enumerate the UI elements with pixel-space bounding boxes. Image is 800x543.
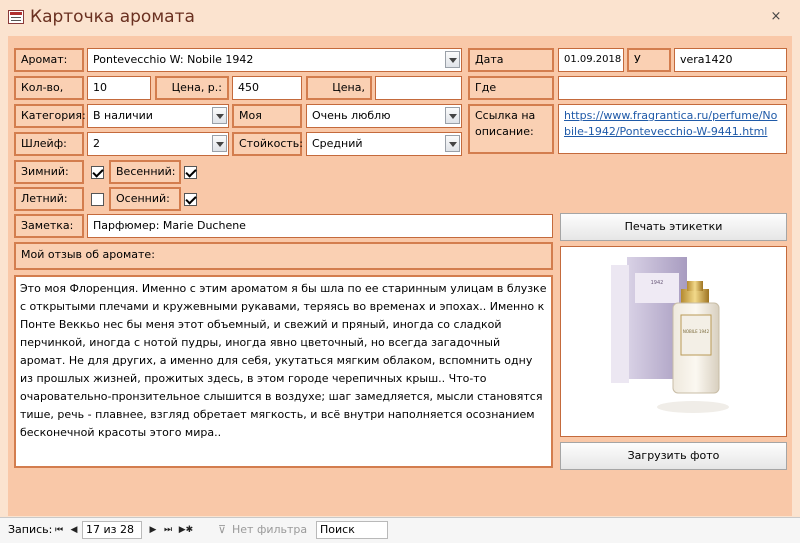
category-label: Категория: <box>14 104 86 128</box>
category-value: В наличии <box>93 109 153 122</box>
winter-label: Зимний: <box>14 160 84 184</box>
filter-status[interactable]: Нет фильтра <box>232 521 307 539</box>
trail-select[interactable]: 2 <box>87 132 229 156</box>
perfume-photo: 1942 NOBILE 1942 <box>560 246 787 437</box>
where-sold-label: Где продается: <box>468 76 554 114</box>
my-rating-select[interactable]: Очень люблю <box>306 104 462 128</box>
my-rating-label: Моя оценка: <box>232 104 302 142</box>
note-label: Заметка: <box>14 214 84 238</box>
winter-checkbox[interactable] <box>91 166 104 179</box>
where-sold-field[interactable] <box>558 76 787 100</box>
from-whom-label: У кого: <box>627 48 671 86</box>
quantity-label: Кол-во, мл: <box>14 76 84 114</box>
purchase-date-label: Дата покупки: <box>468 48 554 86</box>
review-label: Мой отзыв об аромате: <box>14 242 553 270</box>
from-whom-field[interactable]: vera1420 <box>674 48 787 72</box>
spring-checkbox[interactable] <box>184 166 197 179</box>
chevron-down-icon[interactable] <box>212 107 227 124</box>
my-rating-value: Очень люблю <box>312 109 391 122</box>
autumn-checkbox[interactable] <box>184 193 197 206</box>
window-title: Карточка аромата <box>30 7 195 27</box>
price-ue-label: Цена, у.е.: <box>306 76 372 114</box>
print-labels-button[interactable]: Печать этикетки <box>560 213 787 241</box>
record-position-field[interactable]: 17 из 28 <box>82 521 142 539</box>
aroma-select[interactable]: Pontevecchio W: Nobile 1942 <box>87 48 462 72</box>
spring-label: Весенний: <box>109 160 181 184</box>
description-link-text[interactable]: https://www.fragrantica.ru/perfume/Nobil… <box>564 109 777 138</box>
trail-value: 2 <box>93 137 100 150</box>
chevron-down-icon[interactable] <box>445 107 460 124</box>
title-bar: Карточка аромата × <box>0 0 800 36</box>
chevron-down-icon[interactable] <box>445 135 460 152</box>
trail-label: Шлейф: <box>14 132 84 156</box>
description-link[interactable]: https://www.fragrantica.ru/perfume/Nobil… <box>558 104 787 154</box>
longevity-label: Стойкость: <box>232 132 303 156</box>
svg-text:1942: 1942 <box>651 280 664 286</box>
next-record-icon[interactable]: ▶ <box>146 523 160 537</box>
aroma-label: Аромат: <box>14 48 84 72</box>
autumn-label: Осенний: <box>109 187 181 211</box>
last-record-icon[interactable]: ⏭ <box>161 523 175 537</box>
category-select[interactable]: В наличии <box>87 104 229 128</box>
chevron-down-icon[interactable] <box>445 51 460 68</box>
close-button[interactable]: × <box>766 8 786 26</box>
chevron-down-icon[interactable] <box>212 135 227 152</box>
purchase-date-field[interactable]: 01.09.2018 <box>558 48 624 72</box>
longevity-value: Средний <box>312 137 363 150</box>
filter-icon: ⊽ <box>218 523 227 536</box>
previous-record-icon[interactable]: ◀ <box>67 523 81 537</box>
perfume-bottle-image: 1942 NOBILE 1942 <box>611 257 729 413</box>
bottle-label-text: NOBILE 1942 <box>683 329 710 334</box>
upload-photo-button[interactable]: Загрузить фото <box>560 442 787 470</box>
first-record-icon[interactable]: ⏮ <box>52 523 66 537</box>
quantity-field[interactable]: 10 <box>87 76 151 100</box>
summer-label: Летний: <box>14 187 84 211</box>
price-ue-field[interactable] <box>375 76 462 100</box>
summer-checkbox[interactable] <box>91 193 104 206</box>
price-rub-field[interactable]: 450 <box>232 76 302 100</box>
note-field[interactable]: Парфюмер: Marie Duchene <box>87 214 553 238</box>
review-textarea[interactable]: Это моя Флоренция. Именно с этим аромато… <box>14 275 553 468</box>
search-input[interactable]: Поиск <box>316 521 388 539</box>
aroma-value: Pontevecchio W: Nobile 1942 <box>93 53 254 66</box>
price-rub-label: Цена, р.: <box>155 76 229 100</box>
longevity-select[interactable]: Средний <box>306 132 462 156</box>
record-label: Запись: <box>8 523 53 536</box>
form-icon <box>8 10 24 24</box>
link-label: Ссылка на описание: <box>468 104 554 154</box>
new-record-icon[interactable]: ▶✱ <box>176 523 196 537</box>
record-navigation-bar: Запись: ⏮ ◀ 17 из 28 ▶ ⏭ ▶✱ ⊽ Нет фильтр… <box>0 517 800 543</box>
